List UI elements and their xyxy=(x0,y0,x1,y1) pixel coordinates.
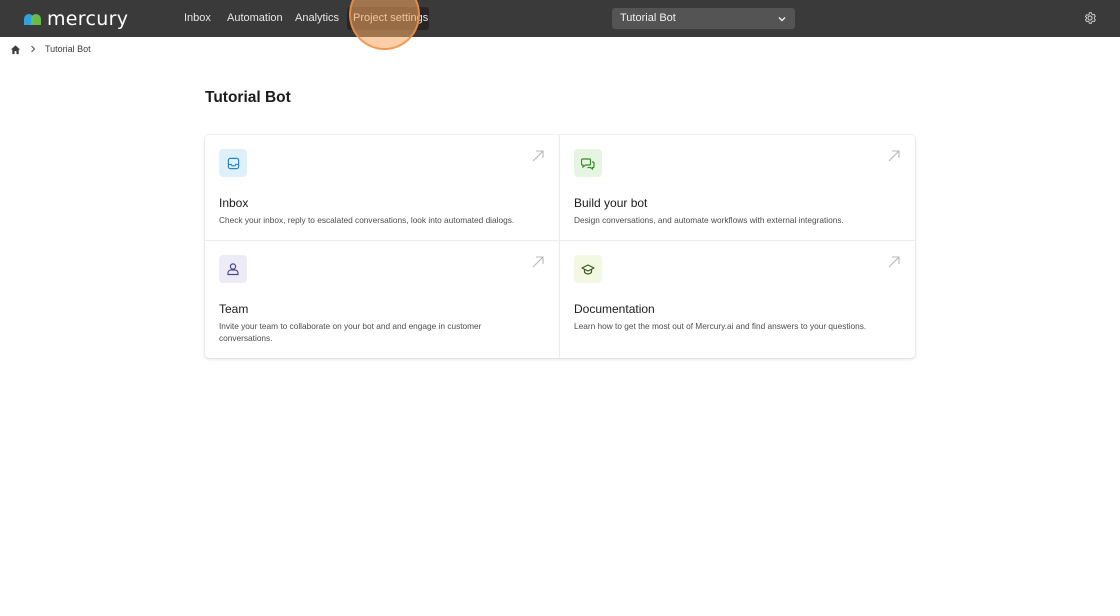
nav-automation[interactable]: Automation xyxy=(220,7,290,30)
build-bot-card-title: Build your bot xyxy=(574,196,648,210)
documentation-card-title: Documentation xyxy=(574,302,655,316)
team-card[interactable]: Team Invite your team to collaborate on … xyxy=(205,241,559,358)
mercury-logo-mark-icon xyxy=(24,14,41,25)
documentation-card-description: Learn how to get the most out of Mercury… xyxy=(574,321,867,331)
breadcrumb: Tutorial Bot xyxy=(10,43,91,55)
chevron-down-icon xyxy=(778,8,786,29)
build-bot-card[interactable]: Build your bot Design conversations, and… xyxy=(560,135,915,240)
inbox-card-description: Check your inbox, reply to escalated con… xyxy=(219,215,515,225)
documentation-card[interactable]: Documentation Learn how to get the most … xyxy=(560,241,915,358)
overview-cards-grid: Inbox Check your inbox, reply to escalat… xyxy=(205,135,915,358)
bot-selector-value: Tutorial Bot xyxy=(620,12,676,24)
chevron-right-icon xyxy=(31,45,36,53)
external-arrow-icon xyxy=(532,150,544,162)
mercury-logo[interactable]: mercury xyxy=(23,9,128,29)
inbox-icon xyxy=(219,149,247,177)
external-arrow-icon xyxy=(888,256,900,268)
external-arrow-icon xyxy=(888,150,900,162)
external-arrow-icon xyxy=(532,256,544,268)
bot-selector[interactable]: Tutorial Bot xyxy=(612,8,795,29)
logo-wordmark: mercury xyxy=(47,8,129,30)
gear-icon[interactable] xyxy=(1083,11,1097,25)
inbox-card-title: Inbox xyxy=(219,196,249,210)
chat-bubbles-icon xyxy=(574,149,602,177)
top-navigation-bar: mercury Inbox Automation Analytics Proje… xyxy=(0,0,1120,50)
team-icon xyxy=(219,255,247,283)
nav-project-settings[interactable]: Project settings xyxy=(347,7,429,30)
nav-analytics[interactable]: Analytics xyxy=(288,7,346,30)
team-card-title: Team xyxy=(219,302,249,316)
breadcrumb-current[interactable]: Tutorial Bot xyxy=(45,44,91,54)
team-card-description: Invite your team to collaborate on your … xyxy=(219,321,482,343)
build-bot-card-description: Design conversations, and automate workf… xyxy=(574,215,844,225)
inbox-card[interactable]: Inbox Check your inbox, reply to escalat… xyxy=(205,135,559,240)
graduation-cap-icon xyxy=(574,255,602,283)
nav-inbox[interactable]: Inbox xyxy=(177,7,218,30)
home-icon[interactable] xyxy=(10,44,21,55)
page-title: Tutorial Bot xyxy=(205,89,291,106)
